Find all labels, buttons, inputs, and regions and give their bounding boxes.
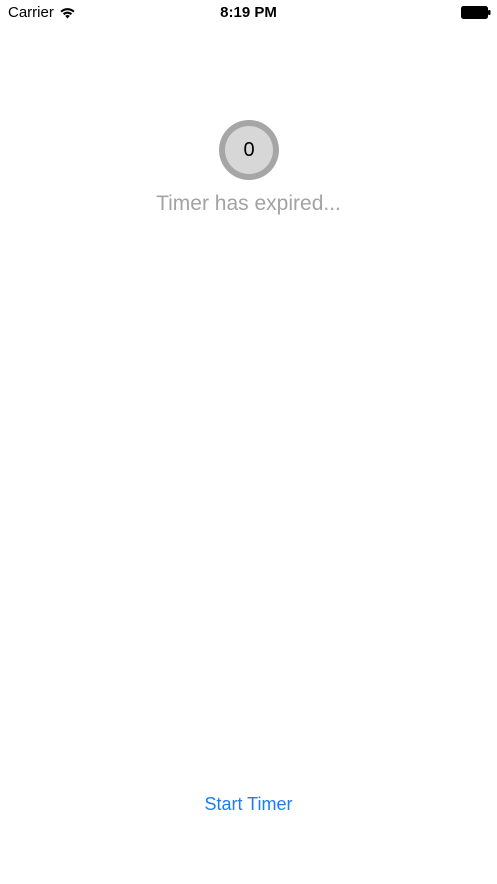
battery-full-icon xyxy=(461,6,491,19)
app-screen: Carrier 8:19 PM 0 Timer has expired... S… xyxy=(0,0,497,884)
timer-count: 0 xyxy=(225,126,273,174)
timer-indicator: 0 xyxy=(219,120,279,180)
timer-status-message: Timer has expired... xyxy=(156,192,341,215)
status-bar: Carrier 8:19 PM xyxy=(0,0,497,26)
status-time: 8:19 PM xyxy=(220,4,277,21)
start-timer-button[interactable]: Start Timer xyxy=(0,794,497,815)
